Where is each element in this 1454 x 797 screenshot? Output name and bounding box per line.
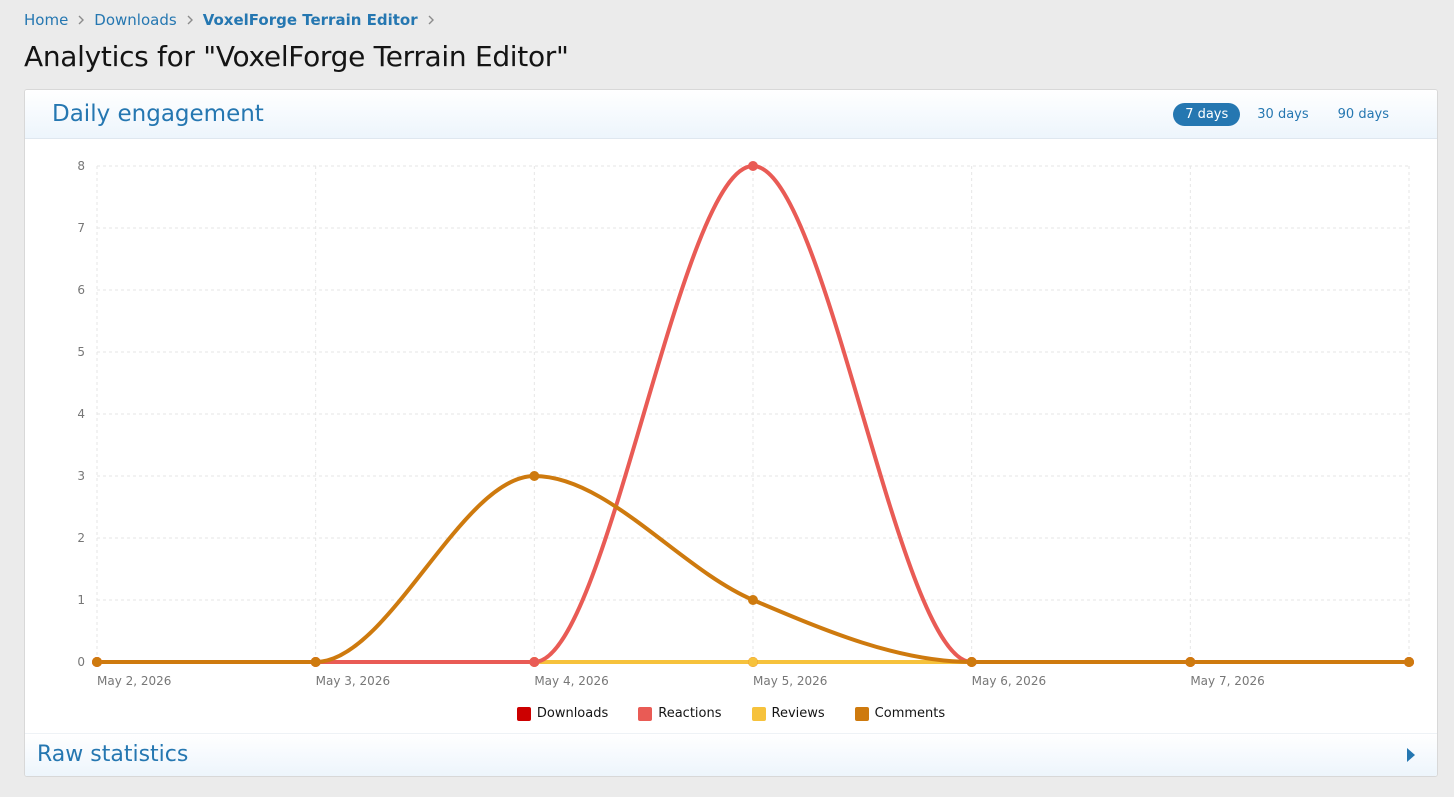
- y-tick-label: 1: [77, 593, 85, 607]
- range-tabs: 7 days 30 days 90 days: [1168, 103, 1401, 126]
- tab-7-days[interactable]: 7 days: [1173, 103, 1241, 126]
- legend-item-downloads[interactable]: Downloads: [516, 706, 609, 721]
- raw-statistics-bar[interactable]: Raw statistics: [25, 733, 1437, 776]
- data-point-reactions: [748, 161, 758, 171]
- y-tick-label: 6: [77, 283, 85, 297]
- y-tick-label: 5: [77, 345, 85, 359]
- y-tick-label: 8: [77, 159, 85, 173]
- chevron-right-icon: [427, 15, 435, 25]
- legend-label: Reviews: [771, 706, 825, 721]
- legend-swatch-reviews: [751, 706, 766, 721]
- y-tick-label: 7: [77, 221, 85, 235]
- caret-right-icon[interactable]: [1406, 748, 1415, 762]
- y-tick-label: 3: [77, 469, 85, 483]
- breadcrumb-home[interactable]: Home: [24, 11, 68, 29]
- legend-swatch-reactions: [638, 706, 653, 721]
- panel-title: Daily engagement: [52, 101, 264, 127]
- breadcrumb: Home Downloads VoxelForge Terrain Editor: [24, 11, 444, 29]
- x-tick-label: May 5, 2026: [753, 674, 827, 688]
- chevron-right-icon: [77, 15, 85, 25]
- data-point-comments: [310, 657, 321, 667]
- legend-label: Downloads: [536, 706, 609, 721]
- chevron-right-icon: [186, 15, 194, 25]
- engagement-chart-svg: 0 1 2 3 4 5 6 7 8 May 2, 2026 May 3, 2026 May 4, 20…: [77, 159, 1414, 688]
- engagement-chart: 0 1 2 3 4 5 6 7 8 May 2, 2026 May 3, 2026 May 4, 20…: [25, 139, 1437, 739]
- legend-item-comments[interactable]: Comments: [854, 706, 946, 721]
- data-point-reviews: [748, 657, 758, 667]
- legend-item-reviews[interactable]: Reviews: [751, 706, 825, 721]
- panel-header: Daily engagement 7 days 30 days 90 days: [25, 90, 1437, 139]
- page-title: Analytics for "VoxelForge Terrain Editor…: [24, 40, 569, 73]
- raw-statistics-title: Raw statistics: [37, 742, 189, 767]
- data-point-comments: [1185, 657, 1196, 667]
- x-tick-label: May 4, 2026: [534, 674, 608, 688]
- data-point-comments: [1404, 657, 1414, 667]
- breadcrumb-downloads[interactable]: Downloads: [94, 11, 176, 29]
- data-point-comments: [92, 657, 102, 667]
- legend-item-reactions[interactable]: Reactions: [638, 706, 722, 721]
- x-tick-label: May 6, 2026: [972, 674, 1046, 688]
- y-tick-label: 0: [77, 655, 85, 669]
- engagement-panel: Daily engagement 7 days 30 days 90 days …: [24, 89, 1438, 777]
- legend-label: Comments: [874, 706, 946, 721]
- data-point-comments: [966, 657, 977, 667]
- x-tick-label: May 3, 2026: [316, 674, 390, 688]
- chart-legend: Downloads Reactions Reviews Comments: [25, 706, 1437, 721]
- legend-swatch-downloads: [516, 706, 531, 721]
- tab-30-days[interactable]: 30 days: [1245, 103, 1320, 126]
- legend-swatch-comments: [854, 706, 869, 721]
- tab-90-days[interactable]: 90 days: [1326, 103, 1401, 126]
- y-tick-label: 2: [77, 531, 85, 545]
- breadcrumb-resource[interactable]: VoxelForge Terrain Editor: [203, 11, 418, 29]
- y-tick-label: 4: [77, 407, 85, 421]
- legend-label: Reactions: [658, 706, 722, 721]
- x-tick-label: May 2, 2026: [97, 674, 171, 688]
- data-point-comments: [529, 471, 540, 481]
- data-point-reactions: [529, 657, 540, 667]
- data-point-comments: [748, 595, 758, 605]
- x-tick-label: May 7, 2026: [1190, 674, 1264, 688]
